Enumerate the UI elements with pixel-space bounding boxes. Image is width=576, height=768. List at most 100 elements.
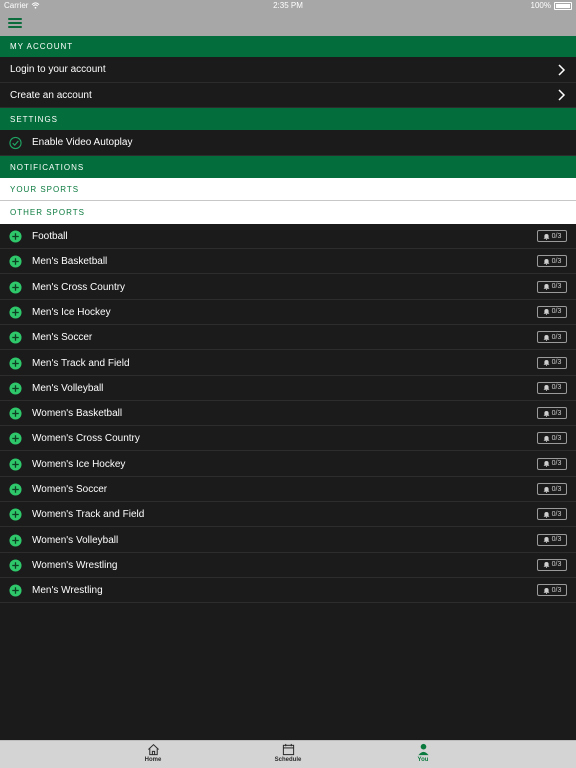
- notification-count-badge[interactable]: 0/3: [537, 407, 567, 420]
- notification-count: 0/3: [551, 359, 562, 366]
- notification-count-badge[interactable]: 0/3: [537, 432, 567, 445]
- add-circle-icon[interactable]: [9, 331, 22, 344]
- sport-name: Football: [32, 231, 68, 242]
- notification-count-badge[interactable]: 0/3: [537, 457, 567, 470]
- sport-row[interactable]: Men's Soccer 0/3: [0, 325, 576, 351]
- sport-row[interactable]: Football 0/3: [0, 224, 576, 249]
- notification-count: 0/3: [551, 308, 562, 316]
- sport-name: Men's Volleyball: [32, 382, 104, 394]
- tab-schedule-label: Schedule: [274, 757, 302, 763]
- hamburger-menu-icon[interactable]: [8, 18, 22, 30]
- home-icon: [147, 743, 159, 756]
- login-label: Login to your account: [10, 64, 106, 75]
- sport-row[interactable]: Women's Cross Country 0/3: [0, 426, 576, 452]
- bell-icon: [543, 309, 549, 316]
- notification-count: 0/3: [551, 434, 562, 442]
- bell-icon: [543, 562, 549, 569]
- bell-icon: [543, 537, 549, 544]
- notification-count-badge[interactable]: 0/3: [537, 381, 567, 394]
- notification-count: 0/3: [551, 232, 562, 240]
- add-circle-icon[interactable]: [9, 584, 22, 597]
- add-circle-icon[interactable]: [9, 483, 22, 496]
- bell-icon: [543, 435, 549, 442]
- notification-count-badge[interactable]: 0/3: [537, 305, 567, 318]
- notification-count-badge[interactable]: 0/3: [537, 356, 567, 369]
- add-circle-icon[interactable]: [9, 559, 22, 572]
- calendar-icon: [282, 743, 294, 756]
- add-circle-icon[interactable]: [9, 230, 22, 243]
- notification-count-badge[interactable]: 0/3: [537, 483, 567, 495]
- sport-row[interactable]: Women's Volleyball 0/3: [0, 528, 576, 553]
- bell-icon: [543, 385, 549, 392]
- autoplay-row[interactable]: Enable Video Autoplay: [0, 130, 576, 156]
- battery-icon: [554, 1, 572, 10]
- notification-count-badge[interactable]: 0/3: [537, 558, 567, 571]
- tab-bar: Home Schedule You: [0, 740, 576, 768]
- sport-row[interactable]: Women's Wrestling 0/3: [0, 553, 576, 578]
- create-account-row[interactable]: Create an account: [0, 83, 576, 108]
- sport-name: Women's Basketball: [32, 408, 123, 420]
- add-circle-icon[interactable]: [9, 356, 22, 370]
- sport-row[interactable]: Men's Track and Field 0/3: [0, 351, 576, 376]
- sport-name: Men's Ice Hockey: [32, 306, 111, 318]
- tab-home[interactable]: Home: [123, 743, 183, 763]
- notification-count-badge[interactable]: 0/3: [537, 533, 567, 546]
- sport-row[interactable]: Women's Ice Hockey 0/3: [0, 452, 576, 477]
- chevron-right-icon: [558, 89, 566, 101]
- sport-name: Men's Wrestling: [32, 585, 103, 597]
- sport-name: Women's Volleyball: [32, 534, 119, 546]
- bell-icon: [543, 360, 549, 366]
- notification-count: 0/3: [551, 257, 562, 265]
- status-time: 2:35 PM: [273, 1, 303, 10]
- notification-count: 0/3: [551, 510, 562, 518]
- sport-name: Women's Ice Hockey: [32, 458, 126, 470]
- sport-row[interactable]: Men's Cross Country 0/3: [0, 275, 576, 300]
- autoplay-label: Enable Video Autoplay: [32, 137, 133, 148]
- add-circle-icon[interactable]: [9, 255, 22, 268]
- notification-count: 0/3: [551, 536, 562, 544]
- bell-icon: [543, 486, 549, 493]
- nav-bar: [0, 12, 576, 36]
- sport-row[interactable]: Men's Ice Hockey 0/3: [0, 300, 576, 325]
- notification-count-badge[interactable]: 0/3: [537, 584, 567, 597]
- sport-row[interactable]: Men's Volleyball 0/3: [0, 376, 576, 401]
- checkmark-circle-icon[interactable]: [9, 136, 22, 149]
- section-header-my-account: MY ACCOUNT: [0, 36, 576, 57]
- sport-row[interactable]: Men's Basketball 0/3: [0, 249, 576, 275]
- sport-row[interactable]: Women's Soccer 0/3: [0, 477, 576, 502]
- sport-name: Women's Wrestling: [32, 559, 118, 571]
- add-circle-icon[interactable]: [9, 432, 22, 445]
- add-circle-icon[interactable]: [9, 407, 22, 420]
- add-circle-icon[interactable]: [9, 382, 22, 395]
- notification-count-badge[interactable]: 0/3: [537, 508, 567, 521]
- bell-icon: [543, 587, 549, 594]
- section-header-notifications: NOTIFICATIONS: [0, 156, 576, 178]
- notification-count: 0/3: [551, 561, 562, 569]
- notification-count-badge[interactable]: 0/3: [537, 255, 567, 268]
- add-circle-icon[interactable]: [9, 281, 22, 294]
- section-header-other-sports: OTHER SPORTS: [0, 201, 576, 224]
- sport-name: Men's Cross Country: [32, 281, 126, 293]
- notification-count: 0/3: [551, 283, 562, 291]
- tab-schedule[interactable]: Schedule: [258, 743, 318, 763]
- notification-count: 0/3: [551, 409, 562, 417]
- sport-row[interactable]: Women's Basketball 0/3: [0, 401, 576, 427]
- bell-icon: [543, 511, 549, 518]
- section-header-your-sports: YOUR SPORTS: [0, 178, 576, 201]
- chevron-right-icon: [558, 63, 566, 76]
- notification-count-badge[interactable]: 0/3: [537, 280, 567, 293]
- tab-home-label: Home: [144, 757, 162, 763]
- notification-count-badge[interactable]: 0/3: [537, 230, 567, 242]
- notification-count-badge[interactable]: 0/3: [537, 331, 567, 344]
- add-circle-icon[interactable]: [9, 534, 22, 547]
- tab-you[interactable]: You: [393, 743, 453, 763]
- section-header-settings: SETTINGS: [0, 108, 576, 130]
- login-row[interactable]: Login to your account: [0, 57, 576, 83]
- sport-row[interactable]: Women's Track and Field 0/3: [0, 502, 576, 528]
- add-circle-icon[interactable]: [9, 458, 22, 471]
- sport-row[interactable]: Men's Wrestling 0/3: [0, 578, 576, 604]
- battery-status: 100%: [531, 1, 572, 10]
- add-circle-icon[interactable]: [9, 508, 22, 521]
- add-circle-icon[interactable]: [9, 306, 22, 319]
- sport-name: Women's Cross Country: [32, 433, 140, 445]
